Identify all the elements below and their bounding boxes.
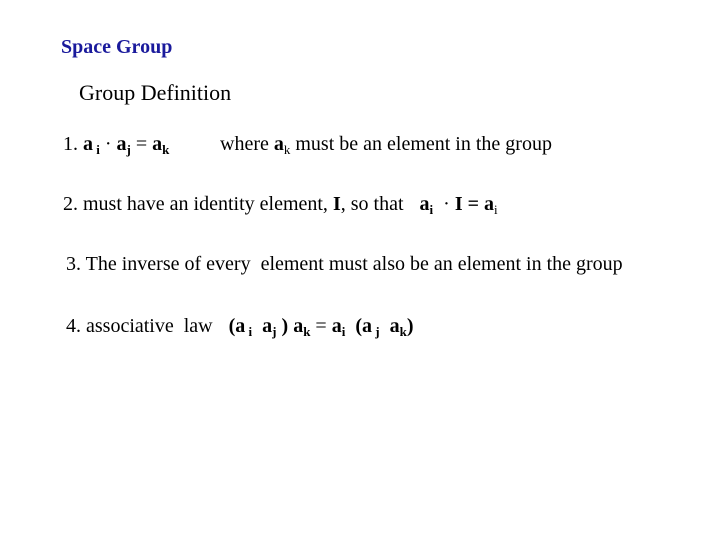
- item-text: where ak must be an element in the group: [220, 133, 552, 157]
- formula: a i · aj = ak: [83, 133, 170, 157]
- definition-item-1: 1. a i · aj = ak where ak must be an ele…: [63, 133, 552, 157]
- slide-title: Space Group: [61, 36, 173, 58]
- formula: ai · I = ai: [419, 193, 498, 217]
- item-text: associative law: [86, 315, 213, 337]
- item-text: must have an identity element,: [83, 193, 328, 215]
- item-text-cont: , so that: [340, 193, 404, 215]
- item-number: 1.: [63, 133, 78, 155]
- item-number: 2.: [63, 193, 78, 215]
- identity-symbol: I: [332, 193, 341, 215]
- item-number: 3.: [66, 253, 81, 275]
- definition-item-2: 2. must have an identity element, I, so …: [63, 193, 498, 216]
- definition-item-4: 4. associative law (a i aj ) ak = ai (a …: [66, 315, 414, 338]
- item-text: The inverse of every element must also b…: [85, 253, 623, 275]
- definition-item-3: 3. The inverse of every element must als…: [66, 253, 623, 276]
- item-number: 4.: [66, 315, 81, 337]
- slide-subtitle: Group Definition: [79, 80, 232, 105]
- formula: (a i aj ) ak = ai (a j ak): [228, 315, 414, 339]
